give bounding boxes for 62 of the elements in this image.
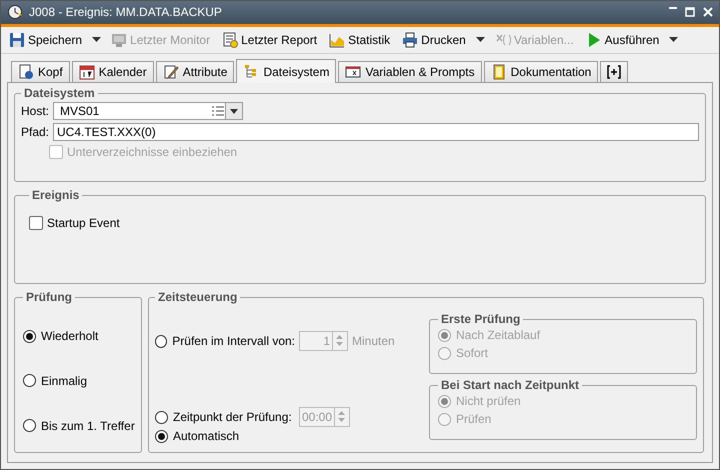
host-dropdown[interactable]: MVS01: [53, 102, 243, 120]
add-icon: [607, 65, 622, 79]
toolbar-button[interactable]: Drucken: [400, 30, 468, 50]
monitor-icon: [111, 32, 128, 48]
group-title: Dateisystem: [23, 86, 96, 100]
group-title: Ereignis: [31, 188, 80, 202]
radio-label: Bis zum 1. Treffer: [41, 418, 135, 433]
radio-button[interactable]: [23, 374, 36, 388]
calendar-icon: [78, 64, 95, 80]
report-clock-icon: [222, 32, 238, 48]
toolbar-button[interactable]: Speichern: [7, 30, 84, 50]
toolbar-button[interactable]: Statistik: [327, 30, 392, 50]
tab[interactable]: Dateisystem: [236, 59, 336, 83]
radio-label: Einmalig: [41, 374, 88, 388]
toolbar-button[interactable]: Ausführen: [584, 30, 662, 50]
variables-window-icon: [345, 64, 362, 80]
radio-button[interactable]: [155, 430, 168, 442]
caret-icon[interactable]: [476, 36, 485, 43]
group-title: Erste Prüfung: [440, 312, 522, 326]
group-title: Prüfung: [25, 290, 73, 304]
caret-icon[interactable]: [669, 36, 678, 43]
add-tab-button[interactable]: [600, 61, 628, 82]
tab[interactable]: Kalender: [72, 61, 154, 82]
floppy-icon: [9, 32, 25, 48]
minimize-icon: [669, 7, 677, 10]
document-info-icon: [18, 64, 34, 80]
clock-icon: [7, 4, 23, 20]
field-label: Pfad:: [21, 125, 49, 139]
radio-label: Nach Zeitablauf: [456, 328, 540, 342]
path-field[interactable]: UC4.TEST.XXX(0): [53, 123, 699, 141]
caret-icon: [230, 108, 238, 114]
tab[interactable]: Dokumentation: [484, 61, 598, 82]
maximize-icon: [685, 7, 695, 18]
radio-label: Wiederholt: [41, 329, 98, 344]
list-icon: [211, 105, 225, 117]
radio-label: Prüfen im Intervall von:: [172, 334, 295, 348]
radio-button[interactable]: [23, 330, 36, 343]
radio-label: Automatisch: [173, 429, 240, 443]
tab[interactable]: Kopf: [11, 61, 70, 82]
tab[interactable]: Variablen & Prompts: [338, 61, 482, 82]
radio-label: Nicht prüfen: [456, 394, 521, 408]
pencil-icon: [162, 64, 179, 80]
book-icon: [490, 64, 507, 80]
checkbox-label: Startup Event: [47, 216, 120, 230]
printer-icon: [402, 32, 418, 48]
close-icon: [703, 7, 713, 18]
field-label: Host:: [21, 104, 49, 118]
radio-label: Zeitpunkt der Prüfung:: [173, 410, 292, 424]
checkbox[interactable]: [29, 216, 43, 230]
radio-button[interactable]: [23, 419, 36, 432]
chart-icon: [329, 32, 346, 48]
caret-icon[interactable]: [92, 36, 102, 43]
group-title: Bei Start nach Zeitpunkt: [440, 378, 580, 392]
window-title: J008 - Ereignis: MM.DATA.BACKUP: [29, 5, 223, 20]
toolbar-button[interactable]: Letzter Report: [220, 30, 320, 50]
radio-label: Prüfen: [456, 412, 492, 426]
unit-label: Minuten: [352, 334, 395, 348]
checkbox-label: Unterverzeichnisse einbeziehen: [67, 145, 238, 159]
tab[interactable]: Attribute: [156, 61, 234, 82]
radio-label: Sofort: [456, 346, 488, 360]
group-title: Zeitsteuerung: [157, 290, 238, 304]
variables-icon: [494, 32, 511, 48]
